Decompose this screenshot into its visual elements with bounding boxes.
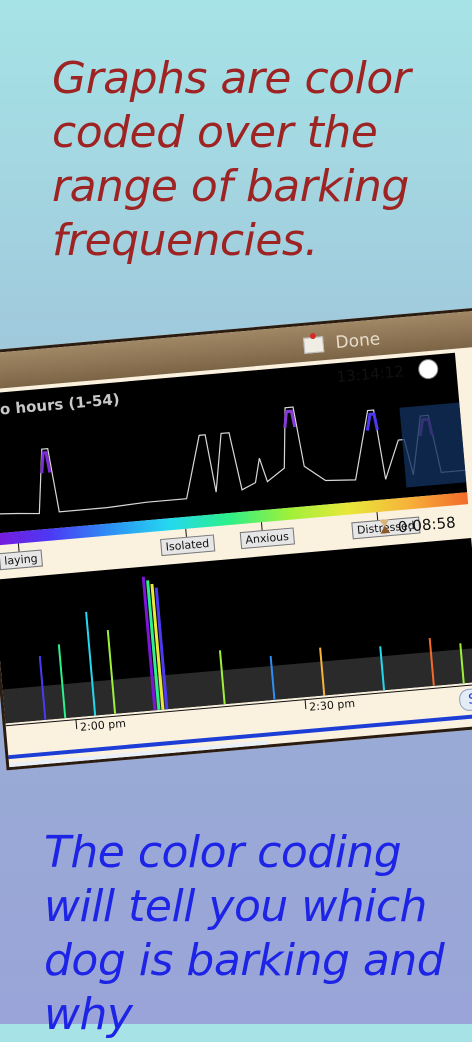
- axis-tick-2-00: [75, 719, 78, 730]
- session-timer: 0:08:58: [397, 513, 457, 537]
- playback-progress[interactable]: [8, 714, 472, 760]
- axis-tick-2-30: [304, 699, 307, 710]
- done-button[interactable]: Done: [335, 329, 381, 353]
- fast-forward-icon[interactable]: ⏩: [90, 766, 114, 770]
- axis-label-2-30: 2:30 pm: [308, 696, 356, 714]
- speed-button[interactable]: 2X: [169, 759, 194, 770]
- device-screenshot: Done wo hours (1-54) 13:14:12 laying Iso…: [0, 303, 472, 771]
- tag-isolated: Isolated: [160, 534, 215, 557]
- headline-top: Graphs are color coded over the range of…: [52, 53, 411, 266]
- tag-laying: laying: [0, 549, 44, 571]
- mail-icon[interactable]: [303, 336, 325, 354]
- tag-anxious: Anxious: [239, 527, 295, 550]
- skip-forward-icon[interactable]: ⏭: [130, 763, 148, 770]
- bark-spectrum-graph: [0, 538, 472, 724]
- axis-label-2-00: 2:00 pm: [79, 716, 127, 734]
- bark-spectrum-plot: [2, 576, 472, 724]
- stop-button[interactable]: Stop: [458, 685, 472, 712]
- headline-bottom: The color coding will tell you which dog…: [44, 827, 445, 1040]
